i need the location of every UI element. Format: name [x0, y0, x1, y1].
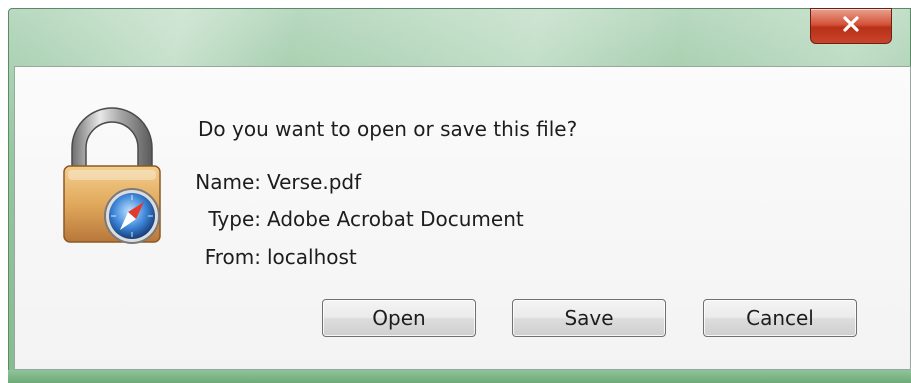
file-source-label: From:: [204, 245, 261, 269]
title-bar[interactable]: [8, 8, 911, 66]
file-source-value: localhost: [267, 245, 357, 269]
file-name-value: Verse.pdf: [267, 170, 362, 194]
cancel-button[interactable]: Cancel: [703, 299, 857, 337]
open-button[interactable]: Open: [322, 299, 476, 337]
file-type-value: Adobe Acrobat Document: [267, 207, 524, 231]
padlock-safari-icon: [52, 104, 174, 246]
file-name-label: Name:: [195, 170, 261, 194]
save-button[interactable]: Save: [512, 299, 666, 337]
file-type-label: Type:: [208, 207, 261, 231]
window-frame-bottom: [8, 370, 911, 383]
close-icon: [841, 16, 861, 36]
file-type-row: Type: Adobe Acrobat Document: [189, 207, 524, 231]
file-download-dialog: Do you want to open or save this file? N…: [0, 0, 911, 383]
dialog-question: Do you want to open or save this file?: [198, 117, 578, 141]
file-source-row: From: localhost: [189, 245, 357, 269]
file-name-row: Name: Verse.pdf: [189, 170, 361, 194]
close-button[interactable]: [810, 8, 892, 44]
